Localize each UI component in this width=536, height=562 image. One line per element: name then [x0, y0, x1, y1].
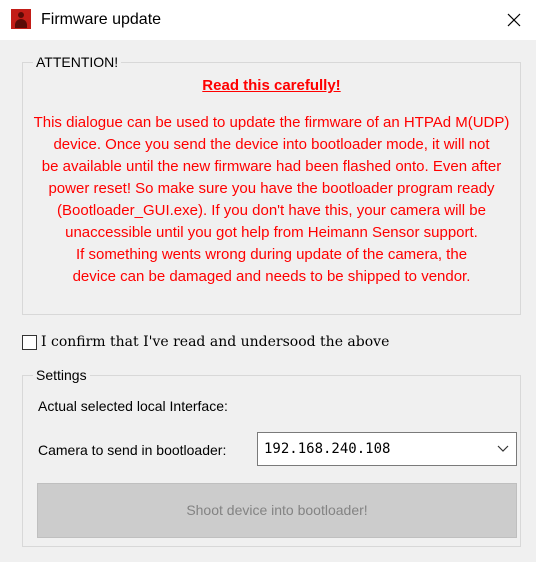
app-icon-body [15, 19, 27, 28]
title-bar: Firmware update [0, 0, 536, 40]
settings-groupbox: Settings Actual selected local Interface… [22, 367, 521, 547]
attention-line: (Bootloader_GUI.exe). If you don't have … [57, 202, 486, 219]
chevron-down-icon [497, 445, 509, 452]
app-icon [11, 9, 31, 29]
attention-line: power reset! So make sure you have the b… [48, 180, 495, 197]
shoot-into-bootloader-button[interactable]: Shoot device into bootloader! [37, 483, 517, 538]
camera-select-value: 192.168.240.108 [264, 441, 391, 457]
attention-heading: Read this carefully! [202, 77, 341, 94]
attention-line: If something wents wrong during update o… [75, 246, 468, 263]
attention-line: device. Once you send the device into bo… [53, 136, 490, 153]
close-button[interactable] [492, 0, 536, 40]
attention-line: This dialogue can be used to update the … [33, 114, 510, 131]
confirm-checkbox-row[interactable]: I confirm that I've read and undersood t… [22, 333, 389, 351]
camera-select[interactable]: 192.168.240.108 [257, 432, 517, 466]
attention-legend: ATTENTION! [33, 54, 122, 70]
attention-line: device can be damaged and needs to be sh… [72, 268, 471, 285]
attention-message: This dialogue can be used to update the … [23, 112, 520, 288]
app-icon-head [18, 12, 24, 18]
interface-label: Actual selected local Interface: [38, 398, 228, 414]
close-icon [507, 13, 521, 27]
camera-label: Camera to send in bootloader: [38, 442, 227, 458]
attention-line: be available until the new firmware had … [41, 158, 502, 175]
attention-groupbox: ATTENTION! Read this carefully! This dia… [22, 54, 521, 315]
attention-line: unaccessible until you got help from Hei… [65, 224, 478, 241]
settings-legend: Settings [33, 367, 90, 383]
firmware-update-dialog: Firmware update ATTENTION! Read this car… [0, 0, 536, 562]
window-title: Firmware update [41, 11, 162, 28]
confirm-checkbox[interactable] [22, 334, 37, 350]
confirm-label[interactable]: I confirm that I've read and undersood t… [41, 334, 389, 350]
